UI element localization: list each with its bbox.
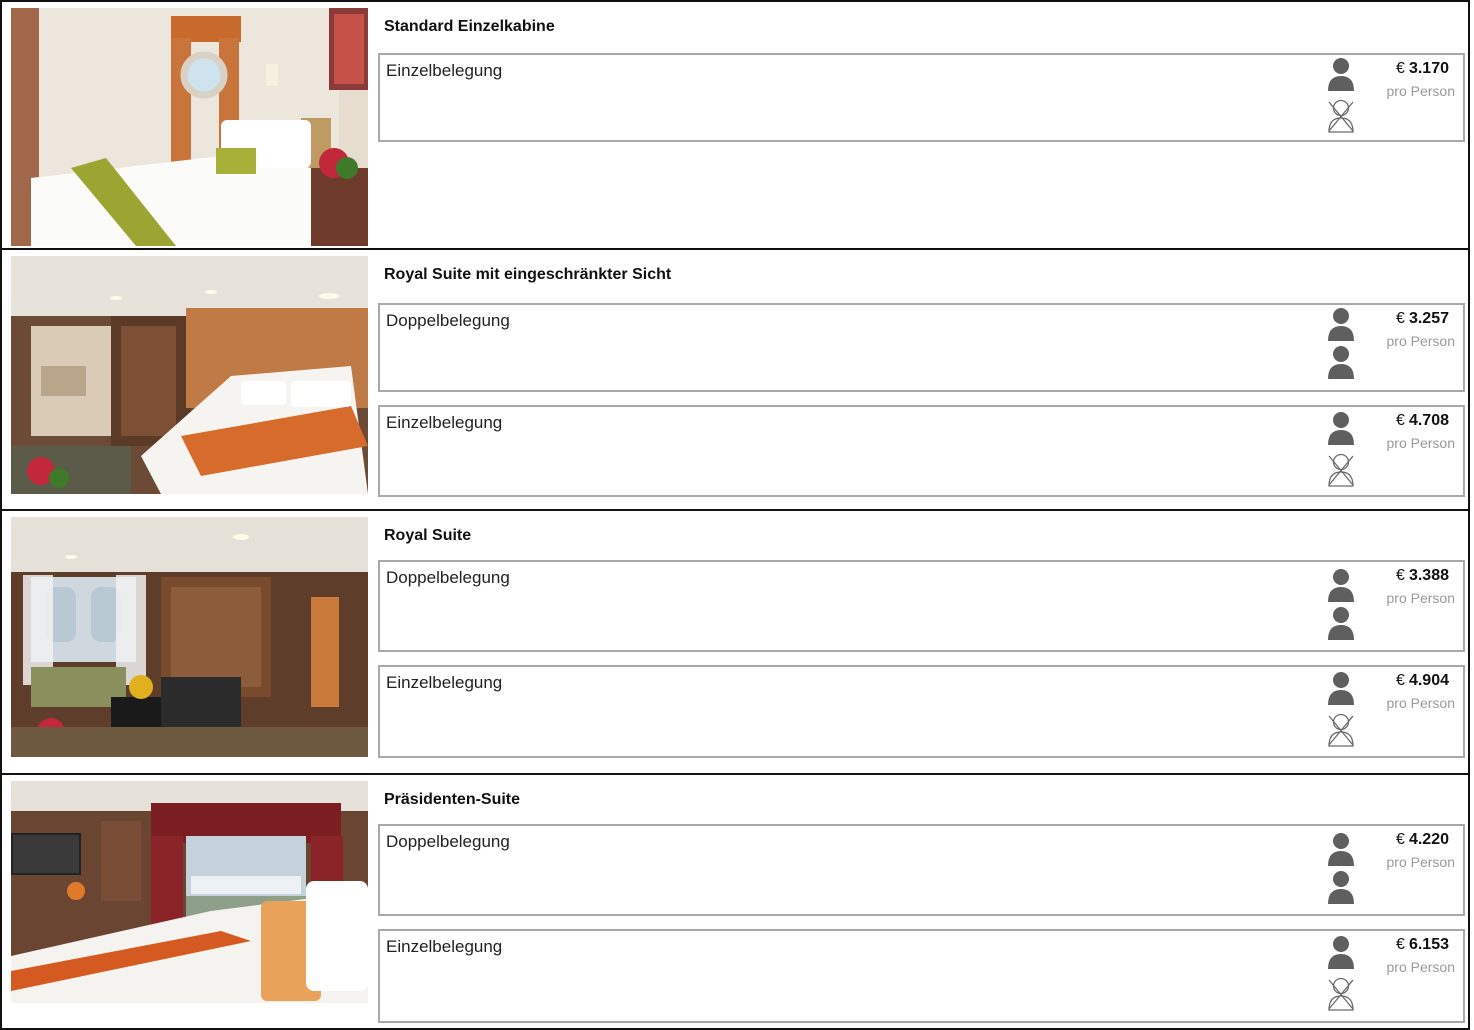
occupancy-label: Einzelbelegung [386, 413, 503, 432]
cabin-photo[interactable] [11, 781, 368, 1003]
cabin-photo[interactable] [11, 517, 368, 757]
person-icon [1328, 412, 1354, 445]
cabin-title: Standard Einzelkabine [384, 18, 555, 35]
price-amount: 3.170 [1408, 60, 1449, 77]
person-icon [1328, 936, 1354, 969]
price-amount: 3.388 [1408, 567, 1449, 584]
currency-symbol: € [1396, 310, 1405, 327]
occupancy-label: Doppelbelegung [386, 568, 510, 587]
price-amount: 3.257 [1408, 310, 1449, 327]
price-unit: pro Person [1386, 959, 1455, 975]
occupancy-option-einzelbelegung[interactable]: Einzelbelegung €3.170 pro Person [378, 53, 1465, 142]
cabin-title: Royal Suite [384, 527, 472, 544]
cabin-photo[interactable] [11, 256, 368, 494]
price-amount: 4.708 [1408, 412, 1449, 429]
cabin-photo-image [11, 256, 368, 494]
person-icon [1328, 607, 1354, 640]
cabin-photo-image [11, 517, 368, 757]
occupancy-option-einzelbelegung[interactable]: Einzelbelegung €4.708 pro Person [378, 405, 1465, 497]
person-icon [1328, 569, 1354, 602]
person-icon [1328, 346, 1354, 379]
cabin-royal-suite: Royal Suite Doppelbelegung €3.388 pro Pe… [0, 509, 1470, 773]
cabin-photo-image [11, 781, 368, 1003]
price: €3.170 [1396, 60, 1449, 78]
currency-symbol: € [1396, 60, 1405, 77]
price: €4.904 [1396, 672, 1449, 690]
occupancy-label: Einzelbelegung [386, 937, 503, 956]
currency-symbol: € [1396, 412, 1405, 429]
cabin-praesidenten-suite: Präsidenten-Suite Doppelbelegung €4.220 … [0, 773, 1470, 1030]
occupancy-label: Einzelbelegung [386, 61, 503, 80]
currency-symbol: € [1396, 936, 1405, 953]
currency-symbol: € [1396, 831, 1405, 848]
currency-symbol: € [1396, 567, 1405, 584]
person-icon [1328, 308, 1354, 341]
price: €3.388 [1396, 567, 1449, 585]
price-unit: pro Person [1386, 435, 1455, 451]
occupancy-option-doppelbelegung[interactable]: Doppelbelegung €3.257 pro Person [378, 303, 1465, 392]
price-unit: pro Person [1386, 83, 1455, 99]
no-person-icon [1328, 713, 1354, 747]
person-icon [1328, 672, 1354, 705]
cabin-royal-suite-eingeschraenkte-sicht: Royal Suite mit eingeschränkter Sicht Do… [0, 248, 1470, 509]
price-unit: pro Person [1386, 590, 1455, 606]
cabin-photo-image [11, 8, 368, 246]
occupancy-option-einzelbelegung[interactable]: Einzelbelegung €6.153 pro Person [378, 929, 1465, 1023]
price-unit: pro Person [1386, 695, 1455, 711]
price-amount: 4.220 [1408, 831, 1449, 848]
person-icon [1328, 58, 1354, 91]
currency-symbol: € [1396, 672, 1405, 689]
occupancy-option-einzelbelegung[interactable]: Einzelbelegung €4.904 pro Person [378, 665, 1465, 758]
occupancy-label: Einzelbelegung [386, 673, 503, 692]
price-unit: pro Person [1386, 854, 1455, 870]
occupancy-option-doppelbelegung[interactable]: Doppelbelegung €4.220 pro Person [378, 824, 1465, 916]
occupancy-label: Doppelbelegung [386, 832, 510, 851]
occupancy-option-doppelbelegung[interactable]: Doppelbelegung €3.388 pro Person [378, 560, 1465, 652]
cabin-title: Präsidenten-Suite [384, 791, 521, 808]
cabin-standard-einzelkabine: Standard Einzelkabine Einzelbelegung €3.… [0, 0, 1470, 248]
cabin-title: Royal Suite mit eingeschränkter Sicht [384, 266, 672, 283]
price-amount: 4.904 [1408, 672, 1449, 689]
price: €3.257 [1396, 310, 1449, 328]
price-unit: pro Person [1386, 333, 1455, 349]
cabin-photo[interactable] [11, 8, 368, 246]
price-amount: 6.153 [1408, 936, 1449, 953]
person-icon [1328, 871, 1354, 904]
price: €4.708 [1396, 412, 1449, 430]
price: €4.220 [1396, 831, 1449, 849]
no-person-icon [1328, 99, 1354, 133]
no-person-icon [1328, 977, 1354, 1011]
person-icon [1328, 833, 1354, 866]
price: €6.153 [1396, 936, 1449, 954]
no-person-icon [1328, 453, 1354, 487]
occupancy-label: Doppelbelegung [386, 311, 510, 330]
